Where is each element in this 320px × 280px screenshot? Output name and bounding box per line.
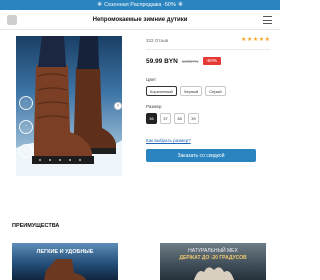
color-options: Коричневый Черный Серый	[146, 86, 270, 96]
color-label: Цвет	[146, 77, 157, 82]
snowflake-icon: ❄	[97, 2, 103, 8]
star-icon: ★	[246, 37, 253, 43]
star-icon: ★	[264, 37, 270, 43]
star-icon: ★	[252, 37, 259, 43]
divider	[146, 49, 270, 50]
page-title: Непромокаемые зимние дутики	[92, 16, 188, 23]
benefits-heading: ПРЕИМУЩЕСТВА	[12, 223, 60, 229]
benefit-subtitle: ДЕРЖАТ ДО -20 ГРАДУСОВ	[179, 255, 247, 261]
benefit-title: НАТУРАЛЬНЫЙ МЕХ	[188, 248, 238, 254]
color-option-black[interactable]: Черный	[179, 86, 203, 96]
menu-icon[interactable]	[263, 16, 272, 24]
price-old: 120BYN	[181, 58, 199, 64]
size-guide-link[interactable]: Как выбрать размер?	[146, 138, 270, 143]
logo-placeholder[interactable]	[7, 15, 17, 25]
boot-silhouette-icon	[44, 259, 86, 280]
size-option-36[interactable]: 36	[146, 113, 157, 124]
waterproof-badge-icon: ⛆	[19, 96, 33, 110]
size-option-37[interactable]: 37	[160, 113, 171, 124]
benefit-card-lightweight: ЛЕГКИЕ И УДОБНЫЕ	[12, 243, 118, 280]
size-option-38[interactable]: 38	[174, 113, 185, 124]
site-header: Непромокаемые зимние дутики	[0, 10, 280, 30]
color-option-gray[interactable]: Серый	[205, 86, 226, 96]
size-label: Размер	[146, 104, 162, 109]
benefit-card-natural-fur: НАТУРАЛЬНЫЙ МЕХ ДЕРЖАТ ДО -20 ГРАДУСОВ	[160, 243, 266, 280]
gallery-next-button[interactable]: ›	[114, 102, 122, 110]
color-option-brown[interactable]: Коричневый	[146, 86, 177, 96]
warm-badge-icon: ❄	[19, 144, 33, 158]
reviews-row: 322 Отзыв ★ ★ ★ ★ ★	[146, 36, 270, 44]
fur-lining-icon	[194, 267, 234, 280]
rating-stars: ★ ★ ★ ★ ★	[241, 37, 270, 43]
reviews-count[interactable]: 322 Отзыв	[146, 38, 168, 43]
snowflake-icon: ❄	[177, 2, 183, 8]
star-icon: ★	[241, 37, 247, 43]
benefit-title: ЛЕГКИЕ И УДОБНЫЕ	[36, 249, 94, 255]
promo-bar: ❄ Сезонная Распродажа -50% ❄	[0, 0, 280, 10]
size-options: 36 37 38 39	[146, 113, 270, 124]
order-button[interactable]: Заказать со скидкой	[146, 149, 256, 162]
product-page: ❄ Сезонная Распродажа -50% ❄ Непромокаем…	[0, 0, 280, 280]
star-icon: ★	[258, 37, 265, 43]
product-image[interactable]: ⛆ ✦ ❄	[16, 36, 122, 176]
price-row: 59.99 BYN 120BYN -50%	[146, 56, 270, 66]
product-details: 322 Отзыв ★ ★ ★ ★ ★ 59.99 BYN 120BYN -50…	[146, 36, 270, 162]
discount-badge: -50%	[202, 57, 221, 65]
promo-text: Сезонная Распродажа -50%	[104, 2, 176, 8]
price-current: 59.99 BYN	[146, 57, 178, 65]
size-option-39[interactable]: 39	[188, 113, 199, 124]
lightweight-badge-icon: ✦	[19, 120, 33, 134]
